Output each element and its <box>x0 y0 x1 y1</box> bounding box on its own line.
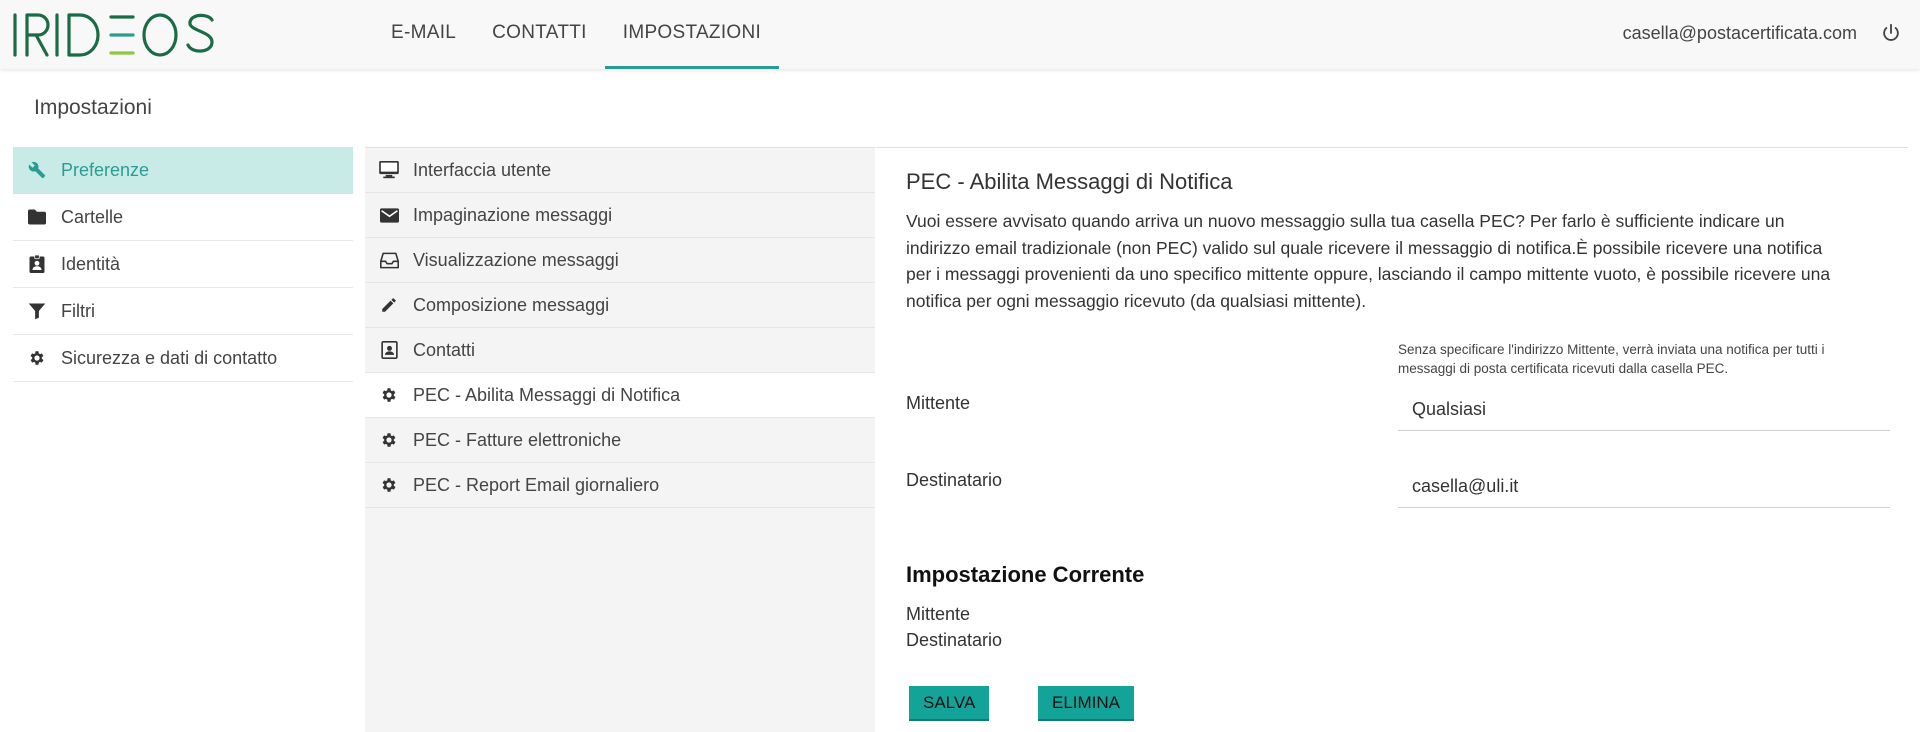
folder-icon <box>27 207 47 227</box>
save-button[interactable]: SALVA <box>909 686 990 721</box>
current-setting-title: Impostazione Corrente <box>906 562 1145 587</box>
sidebar-item-sicurezza[interactable]: Sicurezza e dati di contatto <box>13 335 353 382</box>
destinatario-input[interactable] <box>1398 466 1890 508</box>
section-title: PEC - Abilita Messaggi di Notifica <box>906 169 1233 194</box>
irideos-logo[interactable] <box>12 10 216 60</box>
submenu-item-label: PEC - Fatture elettroniche <box>413 429 622 450</box>
submenu-item-pec-report[interactable]: PEC - Report Email giornaliero <box>365 463 875 508</box>
gear-icon <box>27 348 47 368</box>
settings-sidebar: Preferenze Cartelle Identità Filtri Sicu… <box>13 147 353 382</box>
sidebar-item-label: Preferenze <box>61 159 150 180</box>
user-email[interactable]: casella@postacertificata.com <box>1623 0 1857 66</box>
gear-icon <box>379 430 399 450</box>
mittente-hint: Senza specificare l'indirizzo Mittente, … <box>1398 342 1825 376</box>
id-badge-icon <box>27 254 47 274</box>
submenu-item-label: Visualizzazione messaggi <box>413 249 619 270</box>
envelope-icon <box>379 205 399 225</box>
contact-card-icon <box>379 340 399 360</box>
current-destinatario: Destinatario <box>906 630 1003 650</box>
settings-content-panel: PEC - Abilita Messaggi di Notifica Vuoi … <box>876 147 1908 732</box>
destinatario-label: Destinatario <box>906 470 1003 490</box>
tab-contatti[interactable]: CONTATTI <box>474 0 605 66</box>
sidebar-item-preferenze[interactable]: Preferenze <box>13 147 353 194</box>
mittente-input[interactable] <box>1398 389 1890 431</box>
submenu-item-label: Contatti <box>413 339 476 360</box>
gear-icon <box>379 385 399 405</box>
delete-button[interactable]: ELIMINA <box>1038 686 1135 721</box>
submenu-item-label: Interfaccia utente <box>413 159 552 180</box>
sidebar-item-filtri[interactable]: Filtri <box>13 288 353 335</box>
filter-icon <box>27 301 47 321</box>
submenu-item-pec-notifica[interactable]: PEC - Abilita Messaggi di Notifica <box>365 373 875 418</box>
sidebar-item-label: Sicurezza e dati di contatto <box>61 347 278 368</box>
submenu-item-pec-fatture[interactable]: PEC - Fatture elettroniche <box>365 418 875 463</box>
sidebar-item-label: Cartelle <box>61 206 124 227</box>
page-title: Impostazioni <box>34 96 152 119</box>
submenu-item-impaginazione[interactable]: Impaginazione messaggi <box>365 193 875 238</box>
submenu-item-label: Impaginazione messaggi <box>413 204 613 225</box>
main-nav: E-MAIL CONTATTI IMPOSTAZIONI <box>373 0 780 69</box>
sidebar-item-label: Identità <box>61 253 121 274</box>
tab-impostazioni[interactable]: IMPOSTAZIONI <box>604 0 780 69</box>
submenu-item-composizione[interactable]: Composizione messaggi <box>365 283 875 328</box>
sidebar-item-cartelle[interactable]: Cartelle <box>13 194 353 241</box>
submenu-item-visualizzazione[interactable]: Visualizzazione messaggi <box>365 238 875 283</box>
wrench-icon <box>27 160 47 180</box>
sidebar-item-label: Filtri <box>61 300 95 321</box>
inbox-icon <box>379 250 399 270</box>
section-description: Vuoi essere avvisato quando arriva un nu… <box>906 211 1831 311</box>
submenu-item-contatti[interactable]: Contatti <box>365 328 875 373</box>
top-header: E-MAIL CONTATTI IMPOSTAZIONI casella@pos… <box>0 0 1920 69</box>
tab-email[interactable]: E-MAIL <box>373 0 474 66</box>
gear-icon <box>379 475 399 495</box>
monitor-icon <box>379 160 399 180</box>
power-icon[interactable] <box>1880 22 1902 44</box>
submenu-item-label: PEC - Abilita Messaggi di Notifica <box>413 384 681 405</box>
pencil-icon <box>379 295 399 315</box>
submenu-item-interfaccia-utente[interactable]: Interfaccia utente <box>365 148 875 193</box>
current-mittente: Mittente <box>906 604 971 624</box>
submenu-item-label: Composizione messaggi <box>413 294 610 315</box>
submenu-item-label: PEC - Report Email giornaliero <box>413 474 660 495</box>
sidebar-item-identita[interactable]: Identità <box>13 241 353 288</box>
mittente-label: Mittente <box>906 393 971 413</box>
preferences-submenu: Interfaccia utente Impaginazione messagg… <box>365 147 875 732</box>
